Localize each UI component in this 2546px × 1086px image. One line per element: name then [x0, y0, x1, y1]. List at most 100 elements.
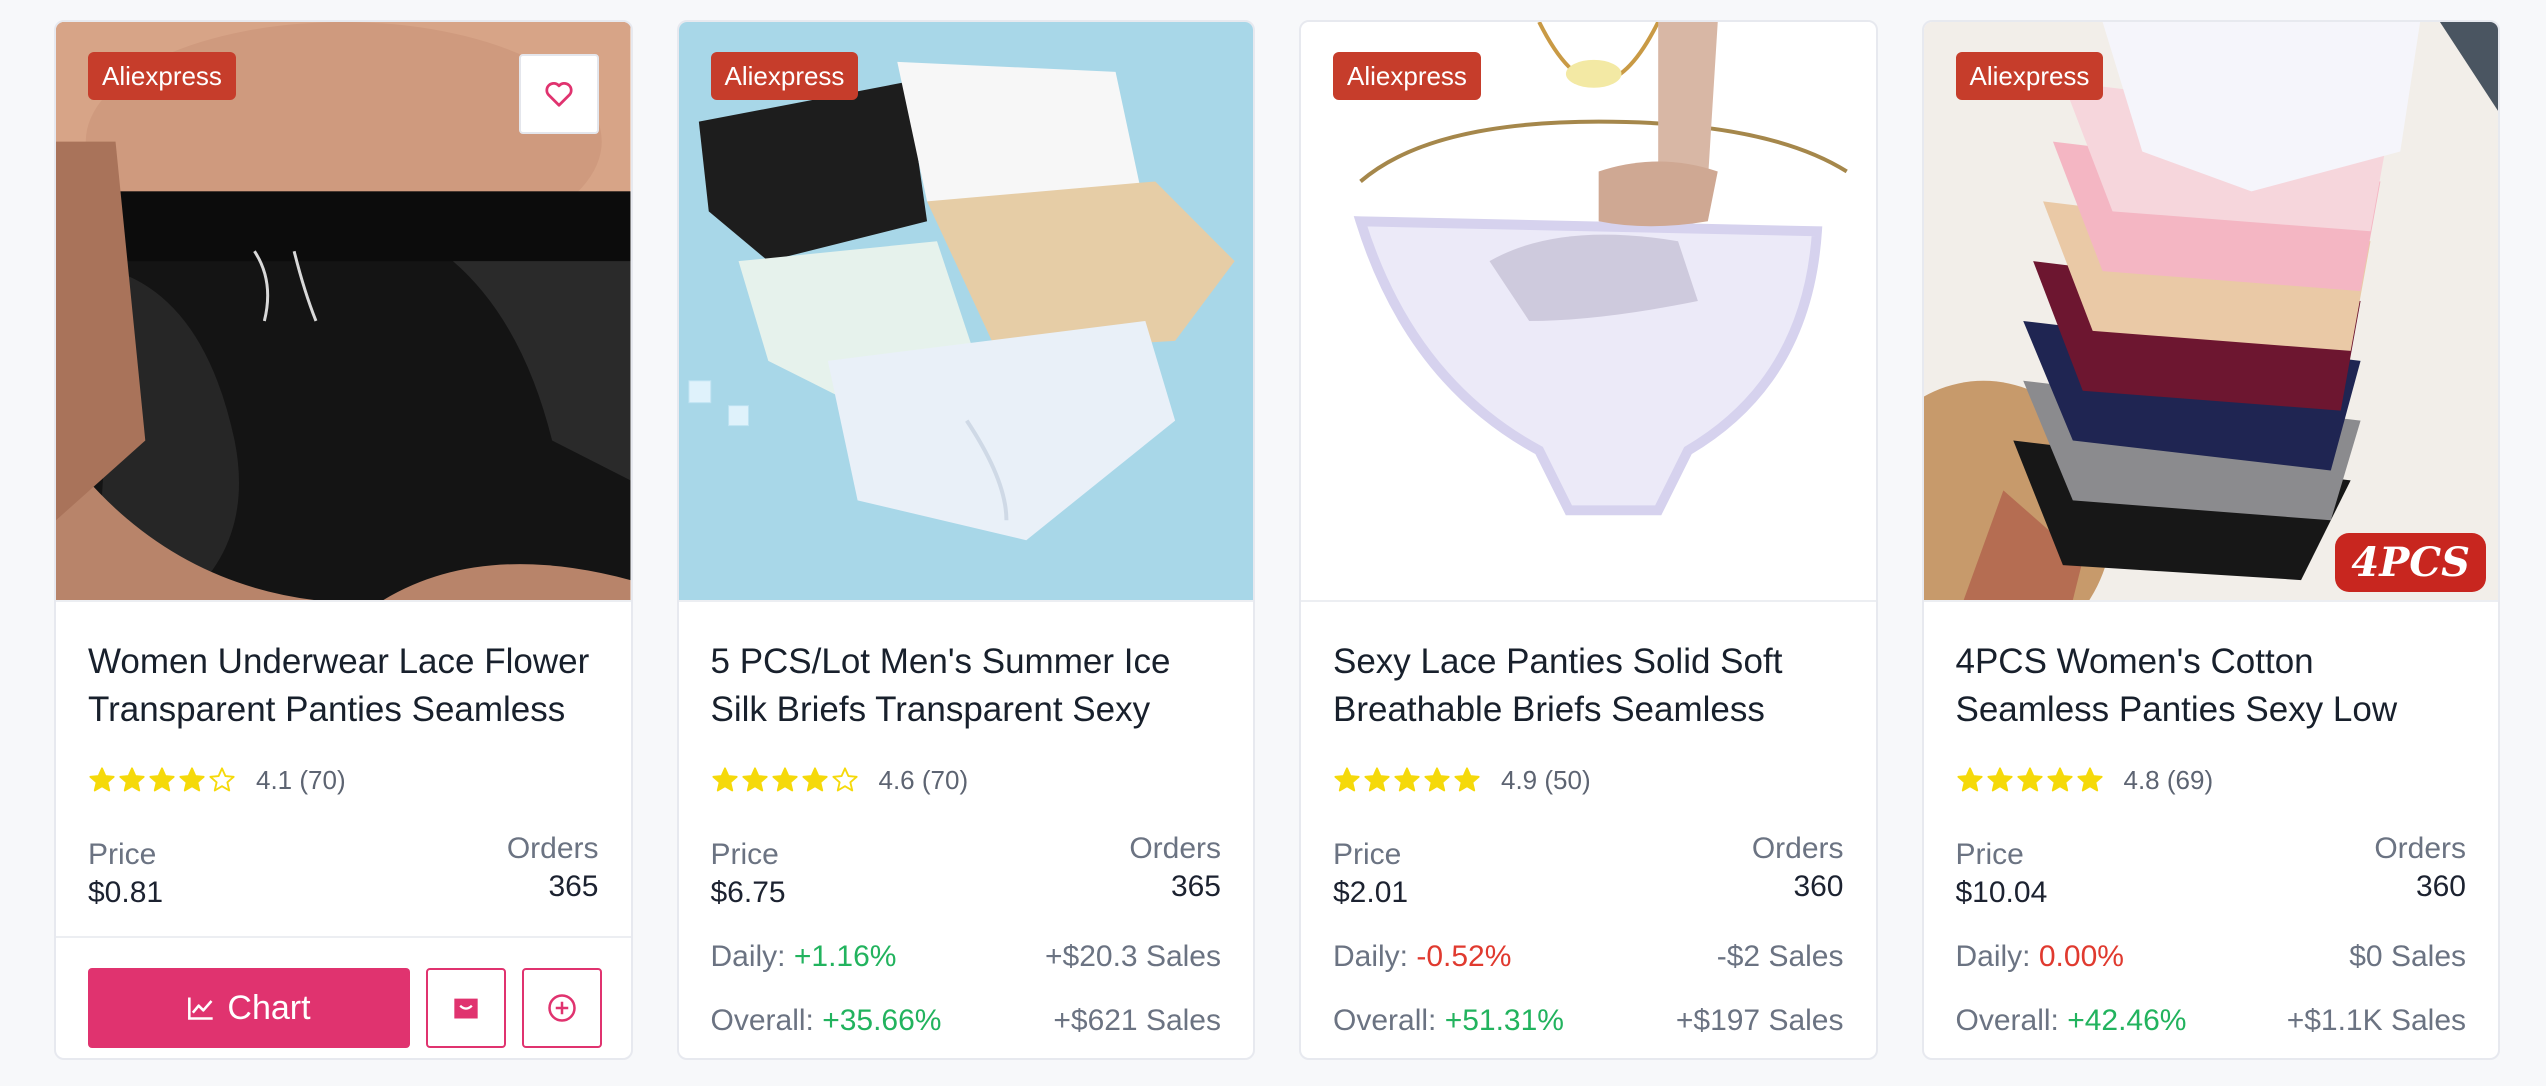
overall-change: +42.46% — [2067, 1004, 2187, 1037]
star-filled-icon — [2016, 767, 2043, 792]
daily-stats-row: Daily: +1.16% +$20.3 Sales — [711, 938, 1222, 976]
daily-label: Daily: — [1333, 940, 1409, 973]
product-card[interactable]: Aliexpress Sexy Lace Panties Solid Soft … — [1299, 20, 1878, 1060]
overall-stats-row: Overall: +42.46% +$1.1K Sales — [1956, 1002, 2467, 1040]
price-orders-row: Price $6.75 Orders 365 — [710, 832, 1222, 912]
star-filled-icon — [2046, 767, 2073, 792]
price-label: Price — [88, 838, 157, 871]
source-badge: Aliexpress — [1333, 52, 1481, 100]
divider — [56, 936, 631, 938]
product-image[interactable]: Aliexpress 4PCS — [1923, 22, 2498, 602]
daily-stats-row: Daily: -0.52% -$2 Sales — [1333, 938, 1844, 976]
rating: 4.8 (69) — [1956, 762, 2467, 798]
source-badge: Aliexpress — [88, 52, 236, 100]
chart-button[interactable]: Chart — [88, 968, 410, 1048]
star-filled-icon — [1334, 767, 1360, 792]
orders-value: 365 — [1170, 870, 1221, 903]
orders-value: 360 — [1793, 870, 1844, 903]
overall-sales: +$621 Sales — [1053, 1004, 1221, 1037]
product-title[interactable]: 5 PCS/Lot Men's Summer Ice Silk Briefs T… — [711, 638, 1222, 734]
star-filled-icon — [1424, 767, 1450, 792]
product-title[interactable]: 4PCS Women's Cotton Seamless Panties Sex… — [1956, 638, 2467, 734]
star-filled-icon — [711, 767, 738, 792]
star-rating — [711, 766, 859, 794]
star-empty-icon — [209, 767, 235, 792]
orders-label: Orders — [506, 832, 599, 865]
product-card[interactable]: Aliexpress 5 PCS/Lot Men's Summer Ice Si… — [676, 20, 1255, 1060]
product-card[interactable]: Aliexpress Women Underwear Lace Flower T… — [54, 20, 633, 1060]
add-button[interactable] — [522, 968, 602, 1048]
daily-sales: -$2 Sales — [1716, 940, 1844, 973]
rating-text: 4.1 (70) — [256, 764, 346, 795]
product-title[interactable]: Women Underwear Lace Flower Transparent … — [88, 638, 599, 734]
price-label: Price — [1955, 838, 2024, 871]
star-rating — [1333, 766, 1481, 794]
overall-sales: +$197 Sales — [1675, 1004, 1844, 1037]
price-orders-row: Price $2.01 Orders 360 — [1333, 832, 1844, 912]
rating-text: 4.8 (69) — [2123, 764, 2214, 795]
price-value: $2.01 — [1333, 876, 1409, 909]
wishlist-button[interactable] — [518, 54, 599, 134]
overall-label: Overall: — [710, 1004, 814, 1037]
star-filled-icon — [2076, 767, 2103, 792]
product-image[interactable]: Aliexpress — [678, 22, 1253, 602]
price-value: $6.75 — [710, 876, 786, 909]
price-value: $10.04 — [1955, 876, 2048, 909]
star-filled-icon — [1986, 767, 2013, 792]
daily-change: +1.16% — [793, 940, 897, 973]
daily-change: -0.52% — [1416, 940, 1512, 973]
product-image[interactable]: Aliexpress — [56, 22, 631, 602]
daily-change: 0.00% — [2038, 940, 2124, 973]
star-filled-icon — [1454, 767, 1480, 792]
rating: 4.6 (70) — [711, 762, 1222, 798]
line-chart-icon — [188, 997, 214, 1020]
price-orders-row: Price $10.04 Orders 360 — [1955, 832, 2467, 912]
daily-stats-row: Daily: 0.00% $0 Sales — [1956, 938, 2467, 976]
rating-text: 4.6 (70) — [878, 764, 969, 795]
chart-button-label: Chart — [227, 988, 311, 1027]
source-badge: Aliexpress — [710, 52, 859, 100]
product-card[interactable]: Aliexpress 4PCS 4PCS Women's Cotton Seam… — [1921, 20, 2500, 1060]
store-button[interactable] — [426, 968, 506, 1048]
product-grid: Aliexpress Women Underwear Lace Flower T… — [54, 20, 2500, 1060]
product-photo — [1301, 22, 1876, 600]
plus-circle-icon — [548, 994, 576, 1022]
product-photo — [1923, 22, 2498, 600]
star-filled-icon — [1364, 767, 1390, 792]
rating: 4.1 (70) — [88, 762, 599, 798]
price-label: Price — [710, 838, 779, 871]
star-filled-icon — [771, 767, 798, 792]
overall-stats-row: Overall: +35.66% +$621 Sales — [711, 1002, 1222, 1040]
star-filled-icon — [89, 767, 115, 792]
price-label: Price — [1333, 838, 1402, 871]
heart-icon — [544, 82, 573, 107]
store-icon — [454, 998, 478, 1019]
overall-change: +51.31% — [1444, 1004, 1564, 1037]
daily-sales: +$20.3 Sales — [1045, 940, 1221, 973]
star-rating — [88, 766, 236, 794]
product-photo — [678, 22, 1253, 600]
pack-count-tag: 4PCS — [2335, 533, 2486, 592]
rating: 4.9 (50) — [1333, 762, 1844, 798]
overall-label: Overall: — [1333, 1004, 1437, 1037]
product-image[interactable]: Aliexpress — [1301, 22, 1876, 602]
star-filled-icon — [741, 767, 768, 792]
orders-value: 365 — [548, 870, 599, 903]
overall-stats-row: Overall: +51.31% +$197 Sales — [1333, 1002, 1844, 1040]
orders-value: 360 — [2415, 870, 2466, 903]
star-filled-icon — [1394, 767, 1420, 792]
star-filled-icon — [179, 767, 205, 792]
card-actions: Chart — [88, 968, 602, 1048]
rating-text: 4.9 (50) — [1501, 764, 1591, 795]
source-badge: Aliexpress — [1955, 52, 2104, 100]
orders-label: Orders — [2374, 832, 2466, 865]
orders-label: Orders — [1129, 832, 1221, 865]
star-filled-icon — [1956, 767, 1983, 792]
overall-sales: +$1.1K Sales — [2286, 1004, 2466, 1037]
star-filled-icon — [119, 767, 145, 792]
overall-change: +35.66% — [822, 1004, 942, 1037]
star-empty-icon — [831, 767, 858, 792]
orders-label: Orders — [1751, 832, 1844, 865]
price-value: $0.81 — [88, 876, 164, 909]
product-title[interactable]: Sexy Lace Panties Solid Soft Breathable … — [1333, 638, 1844, 734]
